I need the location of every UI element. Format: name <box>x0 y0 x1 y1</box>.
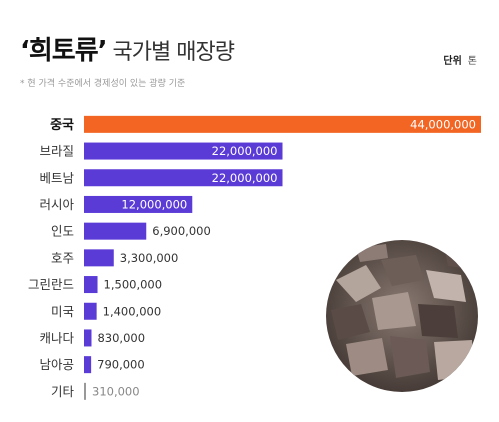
category-label: 중국 <box>50 118 74 133</box>
bar <box>84 382 86 400</box>
bar <box>84 302 97 320</box>
category-label: 남아공 <box>39 357 74 372</box>
value-label: 790,000 <box>97 358 145 372</box>
category-label: 러시아 <box>39 197 74 212</box>
value-label: 3,300,000 <box>120 251 179 265</box>
value-label: 1,400,000 <box>103 304 162 318</box>
category-label: 기타 <box>51 384 75 399</box>
value-label: 830,000 <box>97 331 145 345</box>
category-label: 캐나다 <box>39 330 74 345</box>
category-label: 베트남 <box>39 170 74 185</box>
bar <box>84 329 92 347</box>
rare-earth-ore-photo <box>326 240 478 392</box>
category-label: 미국 <box>51 304 74 319</box>
bar <box>84 276 98 294</box>
category-label: 인도 <box>51 224 74 239</box>
value-label: 1,500,000 <box>104 278 163 292</box>
bar <box>84 356 92 374</box>
value-label: 44,000,000 <box>410 117 476 131</box>
category-label: 호주 <box>51 250 74 265</box>
value-label: 22,000,000 <box>212 144 278 158</box>
bar <box>84 249 114 267</box>
value-label: 6,900,000 <box>152 224 211 238</box>
value-label: 310,000 <box>92 384 140 398</box>
bar <box>84 222 147 240</box>
value-label: 12,000,000 <box>121 197 187 211</box>
category-label: 브라질 <box>39 144 74 159</box>
value-label: 22,000,000 <box>212 171 278 185</box>
category-label: 그린란드 <box>28 277 74 292</box>
ore-image <box>326 240 478 392</box>
